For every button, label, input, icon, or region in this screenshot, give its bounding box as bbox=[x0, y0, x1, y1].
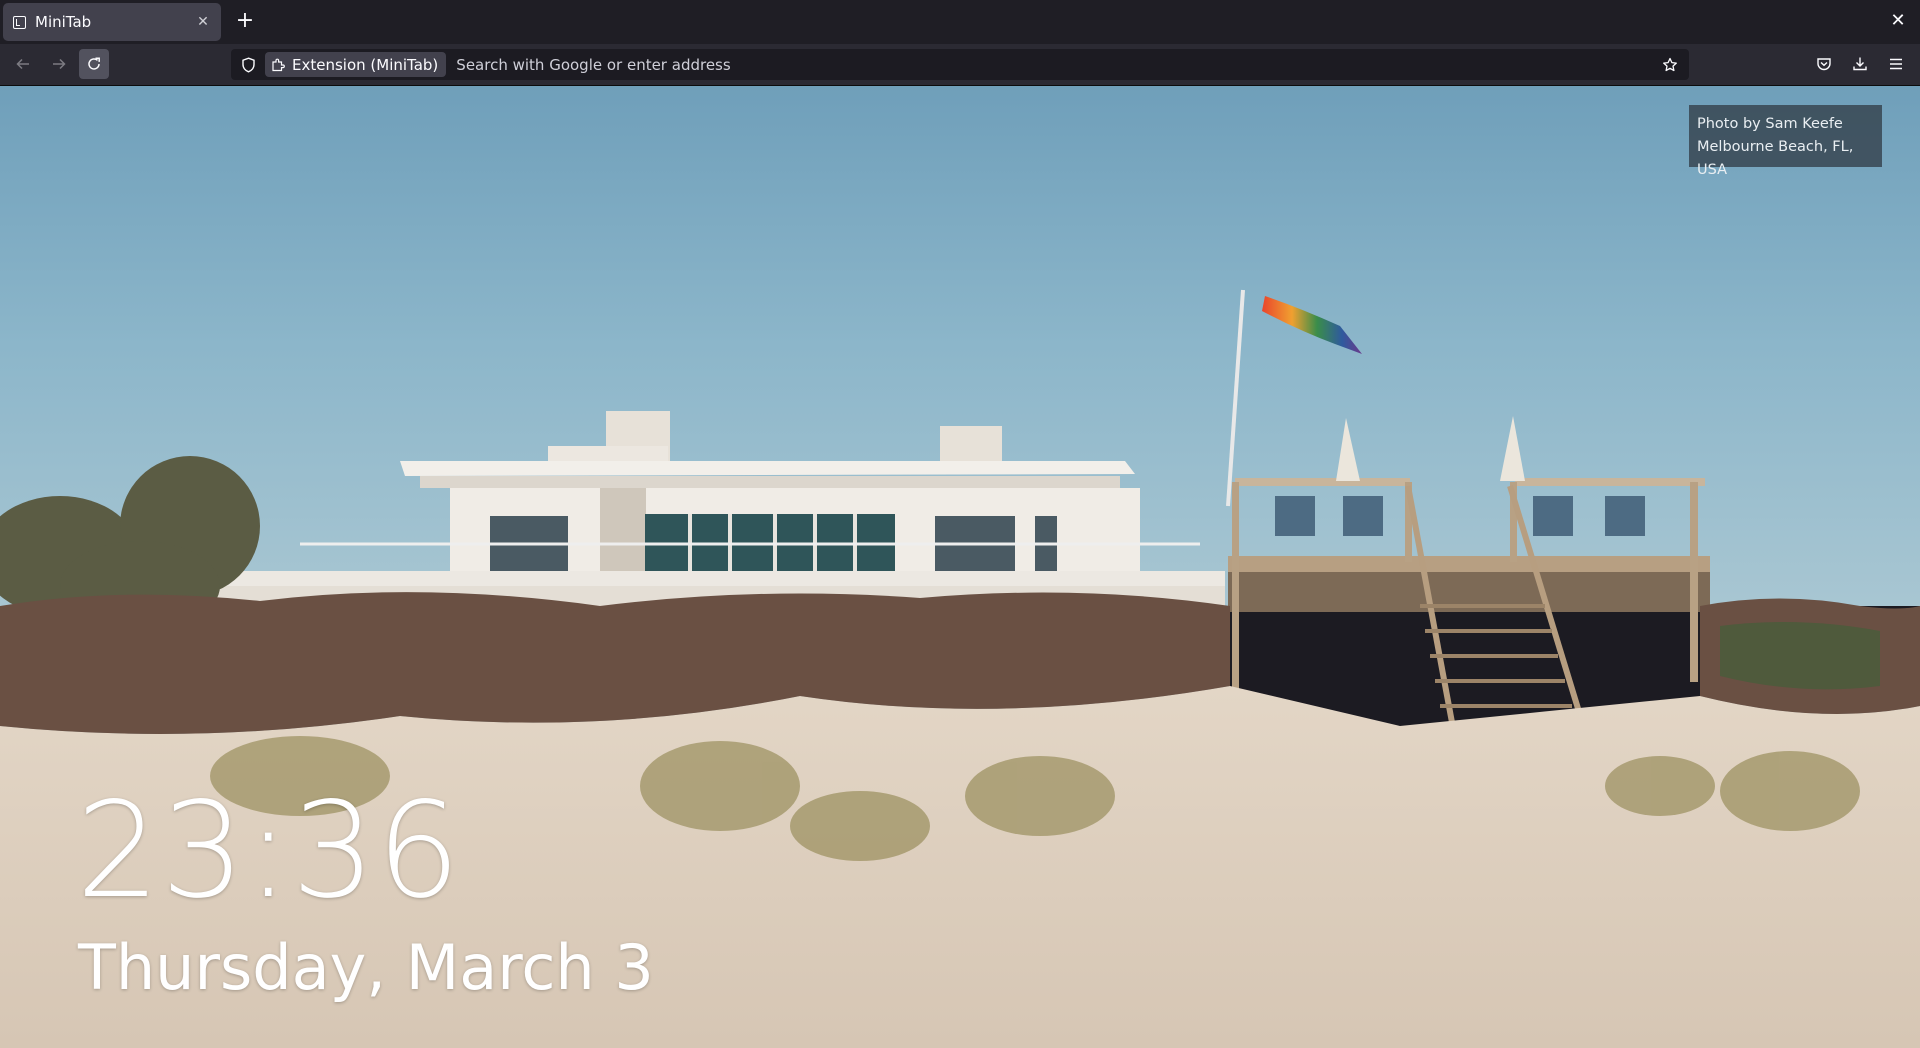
navigation-toolbar: Extension (MiniTab) bbox=[0, 44, 1920, 86]
minitab-favicon-icon bbox=[13, 15, 26, 29]
download-icon bbox=[1853, 57, 1867, 71]
puzzle-piece-icon bbox=[271, 57, 287, 73]
pocket-button[interactable] bbox=[1809, 49, 1839, 79]
clock-date: Thursday, March 3 bbox=[78, 931, 654, 1004]
photo-credit[interactable]: Photo by Sam Keefe Melbourne Beach, FL, … bbox=[1689, 105, 1882, 178]
back-arrow-icon bbox=[16, 58, 29, 70]
forward-arrow-icon bbox=[53, 58, 66, 70]
star-bookmark-icon[interactable] bbox=[1655, 50, 1685, 80]
new-tab-page: Photo by Sam Keefe Melbourne Beach, FL, … bbox=[0, 86, 1920, 1048]
photo-credit-author: Photo by Sam Keefe bbox=[1697, 116, 1843, 132]
reload-button[interactable] bbox=[79, 49, 109, 79]
forward-button[interactable] bbox=[44, 49, 74, 79]
shield-icon[interactable] bbox=[239, 56, 257, 74]
hamburger-menu-icon bbox=[1890, 58, 1902, 70]
tab-title: MiniTab bbox=[35, 13, 92, 31]
url-bar[interactable]: Extension (MiniTab) bbox=[231, 49, 1689, 80]
downloads-button[interactable] bbox=[1845, 49, 1875, 79]
app-menu-button[interactable] bbox=[1881, 49, 1911, 79]
tab-close-icon[interactable]: ✕ bbox=[195, 14, 211, 30]
photo-credit-location: Melbourne Beach, FL, USA bbox=[1697, 139, 1854, 178]
extension-identity-label: Extension (MiniTab) bbox=[292, 55, 439, 74]
reload-icon bbox=[88, 57, 100, 70]
window-close-button[interactable]: ✕ bbox=[1886, 9, 1910, 33]
pocket-icon bbox=[1817, 58, 1831, 71]
extension-identity-box[interactable]: Extension (MiniTab) bbox=[265, 52, 447, 77]
new-tab-button[interactable]: + bbox=[232, 8, 258, 36]
address-input[interactable] bbox=[454, 49, 1655, 80]
clock-time: 23:36 bbox=[76, 774, 462, 928]
tab-minitab[interactable]: MiniTab ✕ bbox=[3, 3, 221, 41]
tab-strip: MiniTab ✕ + ✕ bbox=[0, 0, 1920, 44]
back-button[interactable] bbox=[8, 49, 38, 79]
